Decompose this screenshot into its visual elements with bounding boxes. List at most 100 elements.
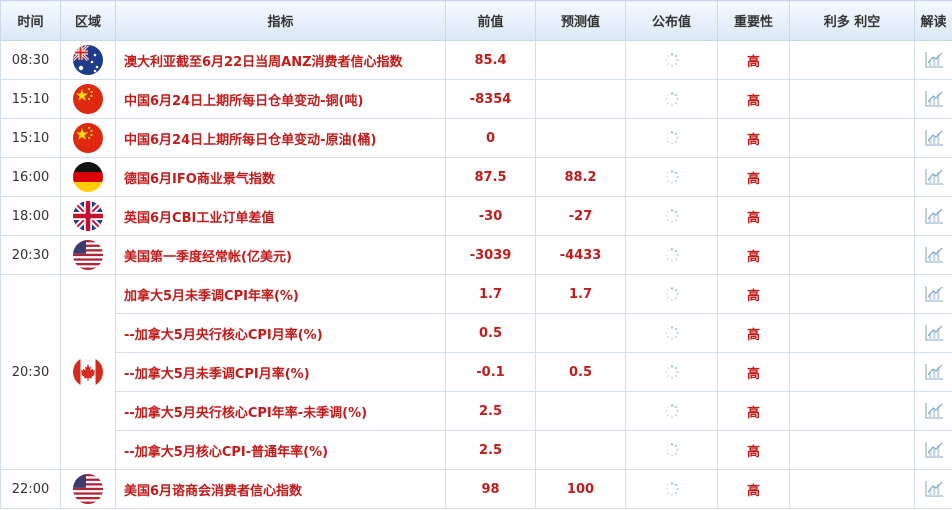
previous-value: -8354 xyxy=(445,79,536,119)
region-cell xyxy=(60,157,116,197)
header-time: 时间 xyxy=(0,0,61,41)
indicator-name[interactable]: --加拿大5月核心CPI-普通年率(%) xyxy=(115,430,446,470)
table-row: 20:30 美国第一季度经常帐(亿美元) -3039 -4433 高 xyxy=(0,235,952,275)
importance-cell: 高 xyxy=(717,469,790,509)
previous-value: 98 xyxy=(445,469,536,509)
chart-analysis-icon[interactable] xyxy=(924,207,944,225)
analysis-cell[interactable] xyxy=(914,79,952,119)
analysis-cell[interactable] xyxy=(914,313,952,353)
time-cell: 15:10 xyxy=(0,118,61,158)
chart-analysis-icon[interactable] xyxy=(924,441,944,459)
germany-flag-icon xyxy=(73,162,103,192)
previous-value: 85.4 xyxy=(445,40,536,80)
loading-spinner-icon xyxy=(665,209,679,223)
loading-spinner-icon xyxy=(665,92,679,106)
loading-spinner-icon xyxy=(665,287,679,301)
actual-cell xyxy=(625,352,718,392)
impact-cell xyxy=(789,430,915,470)
analysis-cell[interactable] xyxy=(914,118,952,158)
indicator-name[interactable]: --加拿大5月央行核心CPI年率-未季调(%) xyxy=(115,391,446,431)
forecast-value: -27 xyxy=(535,196,626,236)
previous-value: -3039 xyxy=(445,235,536,275)
analysis-cell[interactable] xyxy=(914,274,952,314)
actual-cell xyxy=(625,40,718,80)
forecast-value xyxy=(535,430,626,470)
importance-cell: 高 xyxy=(717,274,790,314)
table-row: 15:10 中国6月24日上期所每日仓单变动-铜(吨) -8354 高 xyxy=(0,79,952,119)
actual-cell xyxy=(625,235,718,275)
chart-analysis-icon[interactable] xyxy=(924,246,944,264)
indicator-name[interactable]: 英国6月CBI工业订单差值 xyxy=(115,196,446,236)
importance-cell: 高 xyxy=(717,352,790,392)
actual-cell xyxy=(625,79,718,119)
analysis-cell[interactable] xyxy=(914,157,952,197)
time-cell: 18:00 xyxy=(0,196,61,236)
canada-flag-icon xyxy=(73,357,103,387)
analysis-cell[interactable] xyxy=(914,469,952,509)
loading-spinner-icon xyxy=(665,326,679,340)
chart-analysis-icon[interactable] xyxy=(924,324,944,342)
header-actual: 公布值 xyxy=(625,0,718,41)
analysis-cell[interactable] xyxy=(914,430,952,470)
region-cell xyxy=(60,469,116,509)
previous-value: -30 xyxy=(445,196,536,236)
impact-cell xyxy=(789,118,915,158)
china-flag-icon xyxy=(73,84,103,114)
indicator-name[interactable]: 加拿大5月未季调CPI年率(%) xyxy=(115,274,446,314)
chart-analysis-icon[interactable] xyxy=(924,51,944,69)
forecast-value: 88.2 xyxy=(535,157,626,197)
analysis-cell[interactable] xyxy=(914,352,952,392)
chart-analysis-icon[interactable] xyxy=(924,363,944,381)
analysis-cell[interactable] xyxy=(914,196,952,236)
table-row: --加拿大5月央行核心CPI月率(%) 0.5 高 xyxy=(1,313,952,353)
header-forecast: 预测值 xyxy=(535,0,626,41)
forecast-value xyxy=(535,391,626,431)
impact-cell xyxy=(789,391,915,431)
importance-cell: 高 xyxy=(717,40,790,80)
indicator-name[interactable]: 德国6月IFO商业景气指数 xyxy=(115,157,446,197)
loading-spinner-icon xyxy=(665,365,679,379)
table-header-row: 时间 区域 指标 前值 预测值 公布值 重要性 利多 利空 解读 xyxy=(0,0,952,41)
forecast-value: 1.7 xyxy=(535,274,626,314)
previous-value: 0 xyxy=(445,118,536,158)
indicator-name[interactable]: --加拿大5月央行核心CPI月率(%) xyxy=(115,313,446,353)
time-cell: 20:30 xyxy=(0,235,61,275)
indicator-name[interactable]: --加拿大5月未季调CPI月率(%) xyxy=(115,352,446,392)
actual-cell xyxy=(625,469,718,509)
time-cell: 08:30 xyxy=(0,40,61,80)
usa-flag-icon xyxy=(73,240,103,270)
indicator-name[interactable]: 美国6月谘商会消费者信心指数 xyxy=(115,469,446,509)
region-cell xyxy=(60,79,116,119)
australia-flag-icon xyxy=(73,45,103,75)
indicator-name[interactable]: 中国6月24日上期所每日仓单变动-原油(桶) xyxy=(115,118,446,158)
indicator-name[interactable]: 中国6月24日上期所每日仓单变动-铜(吨) xyxy=(115,79,446,119)
table-row: --加拿大5月央行核心CPI年率-未季调(%) 2.5 高 xyxy=(1,391,952,431)
analysis-cell[interactable] xyxy=(914,391,952,431)
impact-cell xyxy=(789,469,915,509)
chart-analysis-icon[interactable] xyxy=(924,402,944,420)
forecast-value: 100 xyxy=(535,469,626,509)
indicator-name[interactable]: 澳大利亚截至6月22日当周ANZ消费者信心指数 xyxy=(115,40,446,80)
loading-spinner-icon xyxy=(665,53,679,67)
analysis-cell[interactable] xyxy=(914,40,952,80)
previous-value: 1.7 xyxy=(445,274,536,314)
impact-cell xyxy=(789,235,915,275)
usa-flag-icon xyxy=(73,474,103,504)
chart-analysis-icon[interactable] xyxy=(924,90,944,108)
header-impact: 利多 利空 xyxy=(789,0,915,41)
chart-analysis-icon[interactable] xyxy=(924,129,944,147)
indicator-name[interactable]: 美国第一季度经常帐(亿美元) xyxy=(115,235,446,275)
loading-spinner-icon xyxy=(665,248,679,262)
table-row: 08:30 澳大利亚截至6月22日当周ANZ消费者信心指数 85.4 高 xyxy=(0,40,952,80)
actual-cell xyxy=(625,391,718,431)
chart-analysis-icon[interactable] xyxy=(924,285,944,303)
analysis-cell[interactable] xyxy=(914,235,952,275)
chart-analysis-icon[interactable] xyxy=(924,480,944,498)
previous-value: 2.5 xyxy=(445,430,536,470)
importance-cell: 高 xyxy=(717,430,790,470)
impact-cell xyxy=(789,352,915,392)
actual-cell xyxy=(625,157,718,197)
forecast-value xyxy=(535,118,626,158)
chart-analysis-icon[interactable] xyxy=(924,168,944,186)
loading-spinner-icon xyxy=(665,482,679,496)
